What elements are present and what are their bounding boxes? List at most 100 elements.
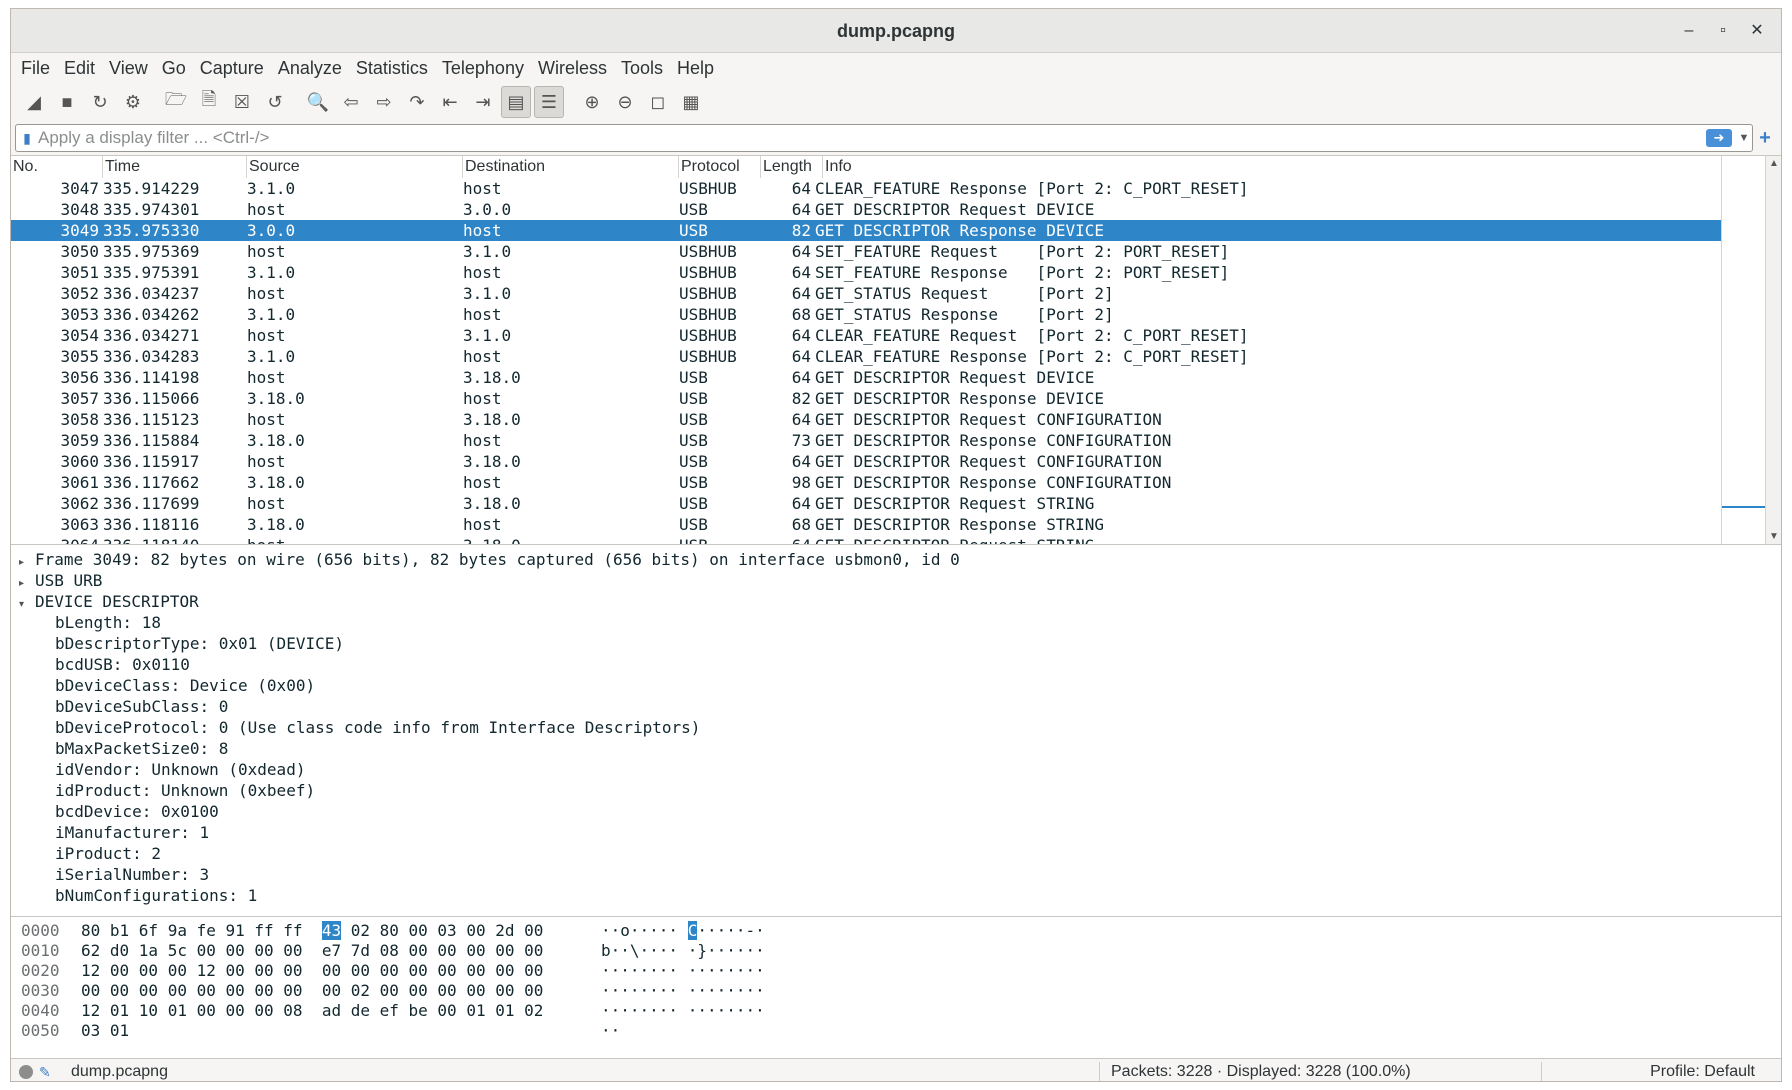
tree-field[interactable]: bDescriptorType: 0x01 (DEVICE)	[11, 633, 1781, 654]
table-row[interactable]: 3055 336.034283 3.1.0 host USBHUB 64 CLEAR_FEA…	[11, 346, 1781, 367]
maximize-icon[interactable]: ▫	[1707, 9, 1739, 53]
menu-statistics[interactable]: Statistics	[356, 58, 428, 79]
menu-view[interactable]: View	[109, 58, 148, 79]
column-header-no[interactable]: No.	[11, 156, 103, 178]
chevron-down-icon[interactable]: ▾	[19, 594, 35, 615]
table-row[interactable]: 3048 335.974301 host 3.0.0 USB 64 GET DESCRIPT…	[11, 199, 1781, 220]
tree-field[interactable]: iProduct: 2	[11, 843, 1781, 864]
save-file-icon[interactable]: 🗎	[194, 86, 224, 118]
column-header-length[interactable]: Length	[761, 156, 823, 178]
status-profile[interactable]: Profile: Default	[1650, 1063, 1755, 1081]
hex-bytes[interactable]: 12 00 00 00 12 00 00 00 00 00 00 00 00 0…	[81, 961, 601, 981]
table-row[interactable]: 3059 336.115884 3.18.0 host USB 73 GET DESCRIP…	[11, 430, 1781, 451]
tree-field[interactable]: bcdDevice: 0x0100	[11, 801, 1781, 822]
table-row[interactable]: 3047 335.914229 3.1.0 host USBHUB 64 CLEAR_FEA…	[11, 178, 1781, 199]
scroll-up-icon[interactable]: ▲	[1766, 158, 1781, 169]
column-header-destination[interactable]: Destination	[463, 156, 679, 178]
table-row[interactable]: 3057 336.115066 3.18.0 host USB 82 GET DESCRIP…	[11, 388, 1781, 409]
menu-tools[interactable]: Tools	[621, 58, 663, 79]
hex-bytes[interactable]: 03 01	[81, 1021, 601, 1041]
go-forward-icon[interactable]: ⇨	[369, 86, 399, 118]
menu-capture[interactable]: Capture	[200, 58, 264, 79]
restart-capture-icon[interactable]: ↻	[85, 86, 115, 118]
expert-info-icon[interactable]	[19, 1065, 33, 1079]
menu-go[interactable]: Go	[162, 58, 186, 79]
tree-item[interactable]: ▾ DEVICE DESCRIPTOR	[11, 591, 1781, 612]
column-header-protocol[interactable]: Protocol	[679, 156, 761, 178]
ascii-bytes[interactable]: ··	[601, 1021, 620, 1041]
menu-edit[interactable]: Edit	[64, 58, 95, 79]
zoom-in-icon[interactable]: ⊕	[577, 86, 607, 118]
open-file-icon[interactable]: 🗁	[161, 86, 191, 118]
resize-columns-icon[interactable]: ▦	[676, 86, 706, 118]
tree-field[interactable]: iManufacturer: 1	[11, 822, 1781, 843]
column-header-time[interactable]: Time	[103, 156, 247, 178]
go-back-icon[interactable]: ⇦	[336, 86, 366, 118]
table-row[interactable]: 3064336.118140host3.18.0USB64GET DESCRIP…	[11, 535, 1781, 544]
column-header-info[interactable]: Info	[823, 156, 1781, 178]
tree-field[interactable]: idVendor: Unknown (0xdead)	[11, 759, 1781, 780]
menu-analyze[interactable]: Analyze	[278, 58, 342, 79]
normal-size-icon[interactable]: ◻	[643, 86, 673, 118]
hex-bytes[interactable]: 00 00 00 00 00 00 00 00 00 02 00 00 00 0…	[81, 981, 601, 1001]
colorize-icon[interactable]: ☰	[534, 86, 564, 118]
hex-bytes[interactable]: 62 d0 1a 5c 00 00 00 00 e7 7d 08 00 00 0…	[81, 941, 601, 961]
add-filter-button-icon[interactable]: +	[1753, 127, 1777, 150]
hex-row[interactable]: 0040 12 01 10 01 00 00 00 08 ad de ef be …	[11, 1001, 1781, 1021]
tree-field[interactable]: bDeviceClass: Device (0x00)	[11, 675, 1781, 696]
hex-row[interactable]: 0050 03 01 ··	[11, 1021, 1781, 1041]
table-row[interactable]: 3060 336.115917 host 3.18.0 USB 64 GET DESCRIP…	[11, 451, 1781, 472]
menu-wireless[interactable]: Wireless	[538, 58, 607, 79]
tree-field[interactable]: iSerialNumber: 3	[11, 864, 1781, 885]
table-row[interactable]: 3051 335.975391 3.1.0 host USBHUB 64 SET_FEATU…	[11, 262, 1781, 283]
tree-item[interactable]: ▸ Frame 3049: 82 bytes on wire (656 bits)…	[11, 549, 1781, 570]
reload-file-icon[interactable]: ↺	[260, 86, 290, 118]
scroll-down-icon[interactable]: ▼	[1766, 531, 1781, 542]
minimize-icon[interactable]: –	[1673, 9, 1705, 53]
last-packet-icon[interactable]: ⇥	[468, 86, 498, 118]
table-row[interactable]: 3062 336.117699 host 3.18.0 USB 64 GET DESCRIP…	[11, 493, 1781, 514]
hex-bytes[interactable]: 12 01 10 01 00 00 00 08 ad de ef be 00 0…	[81, 1001, 601, 1021]
find-packet-icon[interactable]: 🔍	[303, 86, 333, 118]
bookmark-icon[interactable]: ▮	[16, 130, 38, 147]
ascii-bytes[interactable]: ········ ········	[601, 981, 765, 1001]
display-filter-input[interactable]	[38, 128, 1706, 148]
apply-filter-icon[interactable]: ➜	[1706, 129, 1732, 147]
tree-field[interactable]: bcdUSB: 0x0110	[11, 654, 1781, 675]
tree-field[interactable]: bMaxPacketSize0: 8	[11, 738, 1781, 759]
hex-row[interactable]: 0030 00 00 00 00 00 00 00 00 00 02 00 00 …	[11, 981, 1781, 1001]
table-row[interactable]: 3053 336.034262 3.1.0 host USBHUB 68 GET_STATU…	[11, 304, 1781, 325]
ascii-bytes[interactable]: b··\···· ·}······	[601, 941, 765, 961]
close-icon[interactable]: ✕	[1741, 9, 1773, 53]
menu-telephony[interactable]: Telephony	[442, 58, 524, 79]
tree-field[interactable]: bDeviceProtocol: 0 (Use class code info …	[11, 717, 1781, 738]
tree-field[interactable]: bNumConfigurations: 1	[11, 885, 1781, 906]
hex-row[interactable]: 0000 80 b1 6f 9a fe 91 ff ff 43 02 80 00 …	[11, 921, 1781, 941]
hex-bytes[interactable]: 80 b1 6f 9a fe 91 ff ff 43 02 80 00 03 0…	[81, 921, 601, 941]
capture-comment-icon[interactable]: ✎	[39, 1064, 57, 1081]
table-row[interactable]: 3054 336.034271 host 3.1.0 USBHUB 64 CLEAR_FEA…	[11, 325, 1781, 346]
ascii-bytes[interactable]: ········ ········	[601, 961, 765, 981]
tree-field[interactable]: bLength: 18	[11, 612, 1781, 633]
table-row[interactable]: 3052 336.034237 host 3.1.0 USBHUB 64 GET_STATU…	[11, 283, 1781, 304]
ascii-bytes[interactable]: ········ ········	[601, 1001, 765, 1021]
table-row[interactable]: 3056 336.114198 host 3.18.0 USB 64 GET DESCRIP…	[11, 367, 1781, 388]
menu-file[interactable]: File	[21, 58, 50, 79]
start-capture-icon[interactable]: ◢	[19, 86, 49, 118]
table-row[interactable]: 3050 335.975369 host 3.1.0 USBHUB 64 SET_FEATU…	[11, 241, 1781, 262]
chevron-down-icon[interactable]: ▼	[1736, 132, 1752, 144]
table-row[interactable]: 3058 336.115123 host 3.18.0 USB 64 GET DESCRIP…	[11, 409, 1781, 430]
table-row[interactable]: 3049 335.975330 3.0.0 host USB 82 GET DESCRIPT…	[11, 220, 1781, 241]
column-header-source[interactable]: Source	[247, 156, 463, 178]
packet-list-scrollbar[interactable]: ▲ ▼	[1765, 156, 1781, 544]
first-packet-icon[interactable]: ⇤	[435, 86, 465, 118]
ascii-bytes[interactable]: ··o····· C·····-·	[601, 921, 765, 941]
hex-row[interactable]: 0010 62 d0 1a 5c 00 00 00 00 e7 7d 08 00 …	[11, 941, 1781, 961]
tree-field[interactable]: bDeviceSubClass: 0	[11, 696, 1781, 717]
tree-item[interactable]: ▸ USB URB	[11, 570, 1781, 591]
packet-minimap[interactable]	[1721, 156, 1766, 544]
stop-capture-icon[interactable]: ■	[52, 86, 82, 118]
table-row[interactable]: 3063 336.118116 3.18.0 host USB 68 GET DESCRIP…	[11, 514, 1781, 535]
hex-row[interactable]: 0020 12 00 00 00 12 00 00 00 00 00 00 00 …	[11, 961, 1781, 981]
menu-help[interactable]: Help	[677, 58, 714, 79]
